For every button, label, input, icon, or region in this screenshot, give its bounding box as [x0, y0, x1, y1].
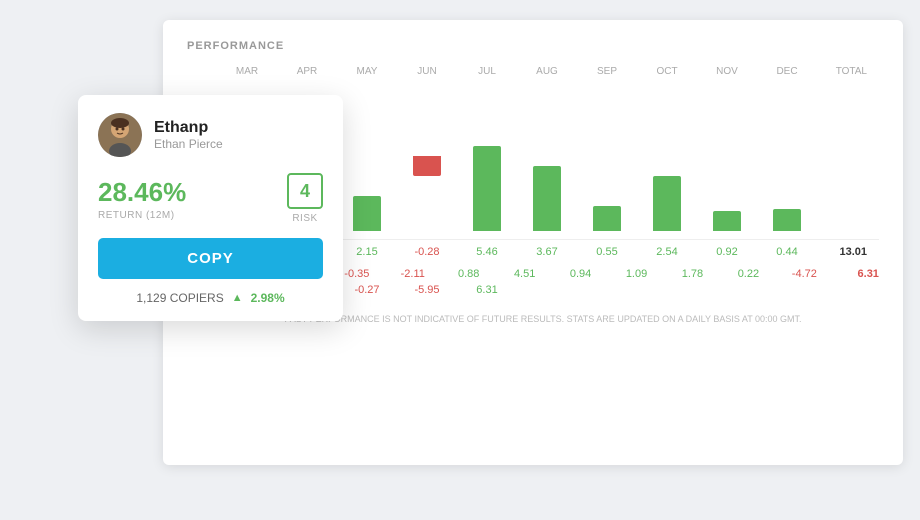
y17-total: 6.31: [832, 268, 879, 280]
trend-arrow-icon: ▲: [232, 292, 243, 304]
y17-sep: 0.94: [553, 268, 609, 280]
avatar-image: [98, 113, 142, 157]
total-header: TOTAL: [817, 66, 867, 77]
y17-dec4: -5.95: [397, 284, 457, 296]
performance-title: PERFORMANCE: [187, 40, 879, 52]
return-value: 28.46%: [98, 177, 186, 208]
scene: PERFORMANCE MAR APR MAY JUN JUL AUG SEP …: [0, 0, 920, 520]
copy-button[interactable]: COPY: [98, 238, 323, 279]
risk-block: 4 RISK: [287, 173, 323, 224]
user-card: Ethanp Ethan Pierce 28.46% RETURN (12M) …: [78, 95, 343, 321]
month-nov: NOV: [697, 66, 757, 77]
total-2018: 13.01: [817, 246, 867, 258]
user-info: Ethanp Ethan Pierce: [154, 119, 223, 151]
y17-jul: 0.88: [441, 268, 497, 280]
month-labels-row: MAR APR MAY JUN JUL AUG SEP OCT NOV DEC …: [217, 66, 879, 77]
bar-oct: [637, 81, 697, 231]
val-sep-2018: 0.55: [577, 246, 637, 258]
y17-nov: 1.78: [665, 268, 721, 280]
copiers-count: 1,129 COPIERS: [136, 291, 223, 305]
return-label: RETURN (12M): [98, 210, 186, 221]
bar-nov: [697, 81, 757, 231]
bar-jun: [397, 81, 457, 231]
month-jul: JUL: [457, 66, 517, 77]
y17-dec5: 6.31: [457, 284, 517, 296]
month-may: MAY: [337, 66, 397, 77]
month-dec: DEC: [757, 66, 817, 77]
y17-oct: 1.09: [609, 268, 665, 280]
bar-jul: [457, 81, 517, 231]
stats-row: 28.46% RETURN (12M) 4 RISK: [98, 173, 323, 224]
username: Ethanp: [154, 119, 223, 137]
val-jun-2018: -0.28: [397, 246, 457, 258]
val-nov-2018: 0.92: [697, 246, 757, 258]
y17-dec1: 0.22: [720, 268, 776, 280]
avatar: [98, 113, 142, 157]
full-name: Ethan Pierce: [154, 137, 223, 151]
y17-aug: 4.51: [497, 268, 553, 280]
copiers-row: 1,129 COPIERS ▲ 2.98%: [98, 291, 323, 305]
month-apr: APR: [277, 66, 337, 77]
month-jun: JUN: [397, 66, 457, 77]
bar-aug: [517, 81, 577, 231]
bar-sep: [577, 81, 637, 231]
risk-label: RISK: [292, 213, 317, 224]
return-block: 28.46% RETURN (12M): [98, 177, 186, 221]
month-aug: AUG: [517, 66, 577, 77]
trend-value: 2.98%: [251, 291, 285, 305]
y17-dec3: -0.27: [337, 284, 397, 296]
month-mar: MAR: [217, 66, 277, 77]
bar-dec: [757, 81, 817, 231]
val-jul-2018: 5.46: [457, 246, 517, 258]
val-may-2018: 2.15: [337, 246, 397, 258]
y17-dec2: -4.72: [776, 268, 832, 280]
risk-badge: 4: [287, 173, 323, 209]
val-aug-2018: 3.67: [517, 246, 577, 258]
month-sep: SEP: [577, 66, 637, 77]
val-dec-2018: 0.44: [757, 246, 817, 258]
user-header: Ethanp Ethan Pierce: [98, 113, 323, 157]
bar-may: [337, 81, 397, 231]
y17-jun: -2.11: [385, 268, 441, 280]
val-oct-2018: 2.54: [637, 246, 697, 258]
month-oct: OCT: [637, 66, 697, 77]
